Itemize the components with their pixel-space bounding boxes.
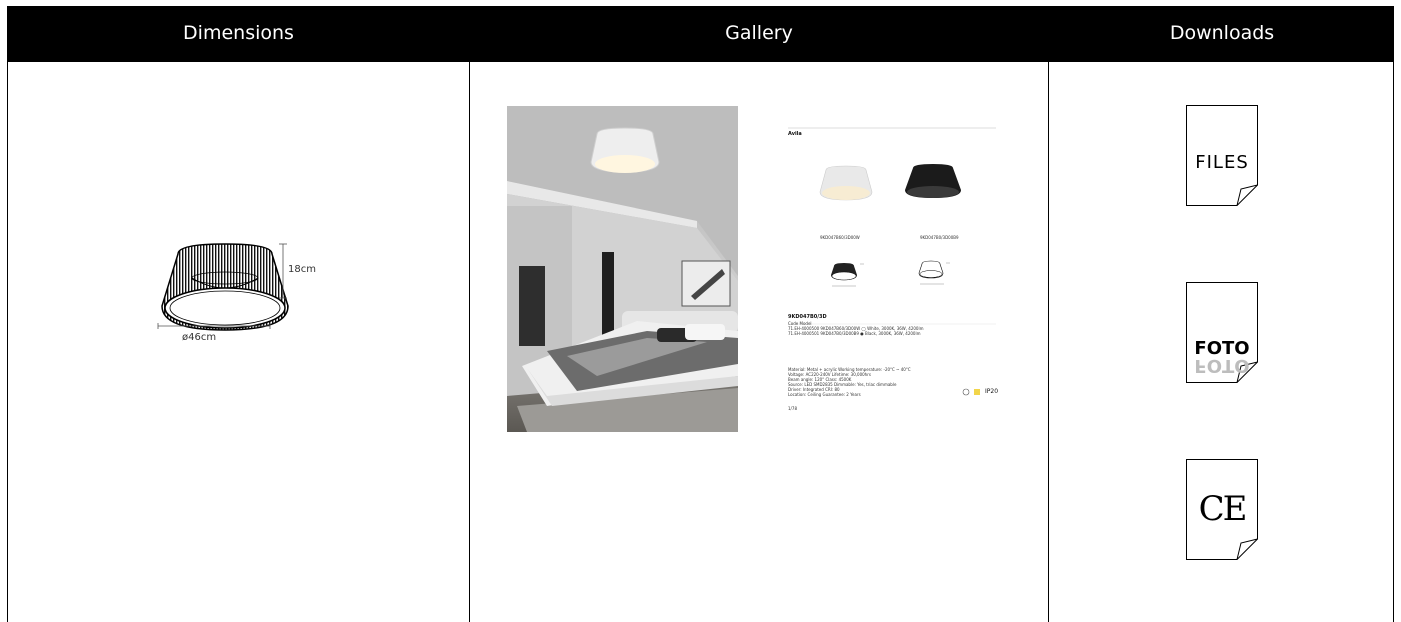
gallery-datasheet[interactable]: Avila 9KD047B60/3D00W 9KD047B0/3D00B9 9K… [788, 106, 1008, 432]
header-gallery: Gallery [725, 22, 793, 44]
download-foto-button[interactable]: FOTO FOTO [1186, 282, 1258, 383]
bedroom-photo [507, 106, 738, 432]
datasheet-model-1: 9KD047B60/3D00W [820, 235, 860, 240]
diameter-label: ø46cm [182, 332, 217, 343]
height-label: 18cm [288, 264, 316, 275]
dimension-drawing [140, 236, 340, 346]
datasheet-page: 1/78 [788, 406, 797, 411]
datasheet-row: 71.EH-4000501 9KD047B0/3D00B9 ● Black, 3… [788, 331, 921, 336]
datasheet-code-title: 9KD047B0/3D [788, 314, 827, 320]
header-downloads: Downloads [1169, 22, 1275, 44]
files-label: FILES [1195, 152, 1249, 173]
datasheet-title: Avila [788, 131, 802, 137]
download-files-button[interactable]: FILES [1186, 105, 1258, 206]
ce-mark-label: CE [1198, 489, 1248, 529]
ip-rating: IP20 [985, 388, 999, 395]
table-header: Dimensions Gallery Downloads [8, 6, 1393, 62]
datasheet-model-2: 9KD047B0/3D00B9 [920, 235, 959, 240]
column-divider [469, 62, 470, 622]
header-dimensions: Dimensions [183, 22, 294, 44]
lamp-outline-drawing [157, 243, 289, 331]
download-ce-button[interactable]: CE [1186, 459, 1258, 560]
gallery-photo[interactable] [507, 106, 738, 432]
datasheet-detail: Location: Ceiling Guarantee: 2 Years [788, 392, 861, 397]
column-divider [1048, 62, 1049, 622]
foto-reflection-label: FOTO [1194, 355, 1250, 376]
